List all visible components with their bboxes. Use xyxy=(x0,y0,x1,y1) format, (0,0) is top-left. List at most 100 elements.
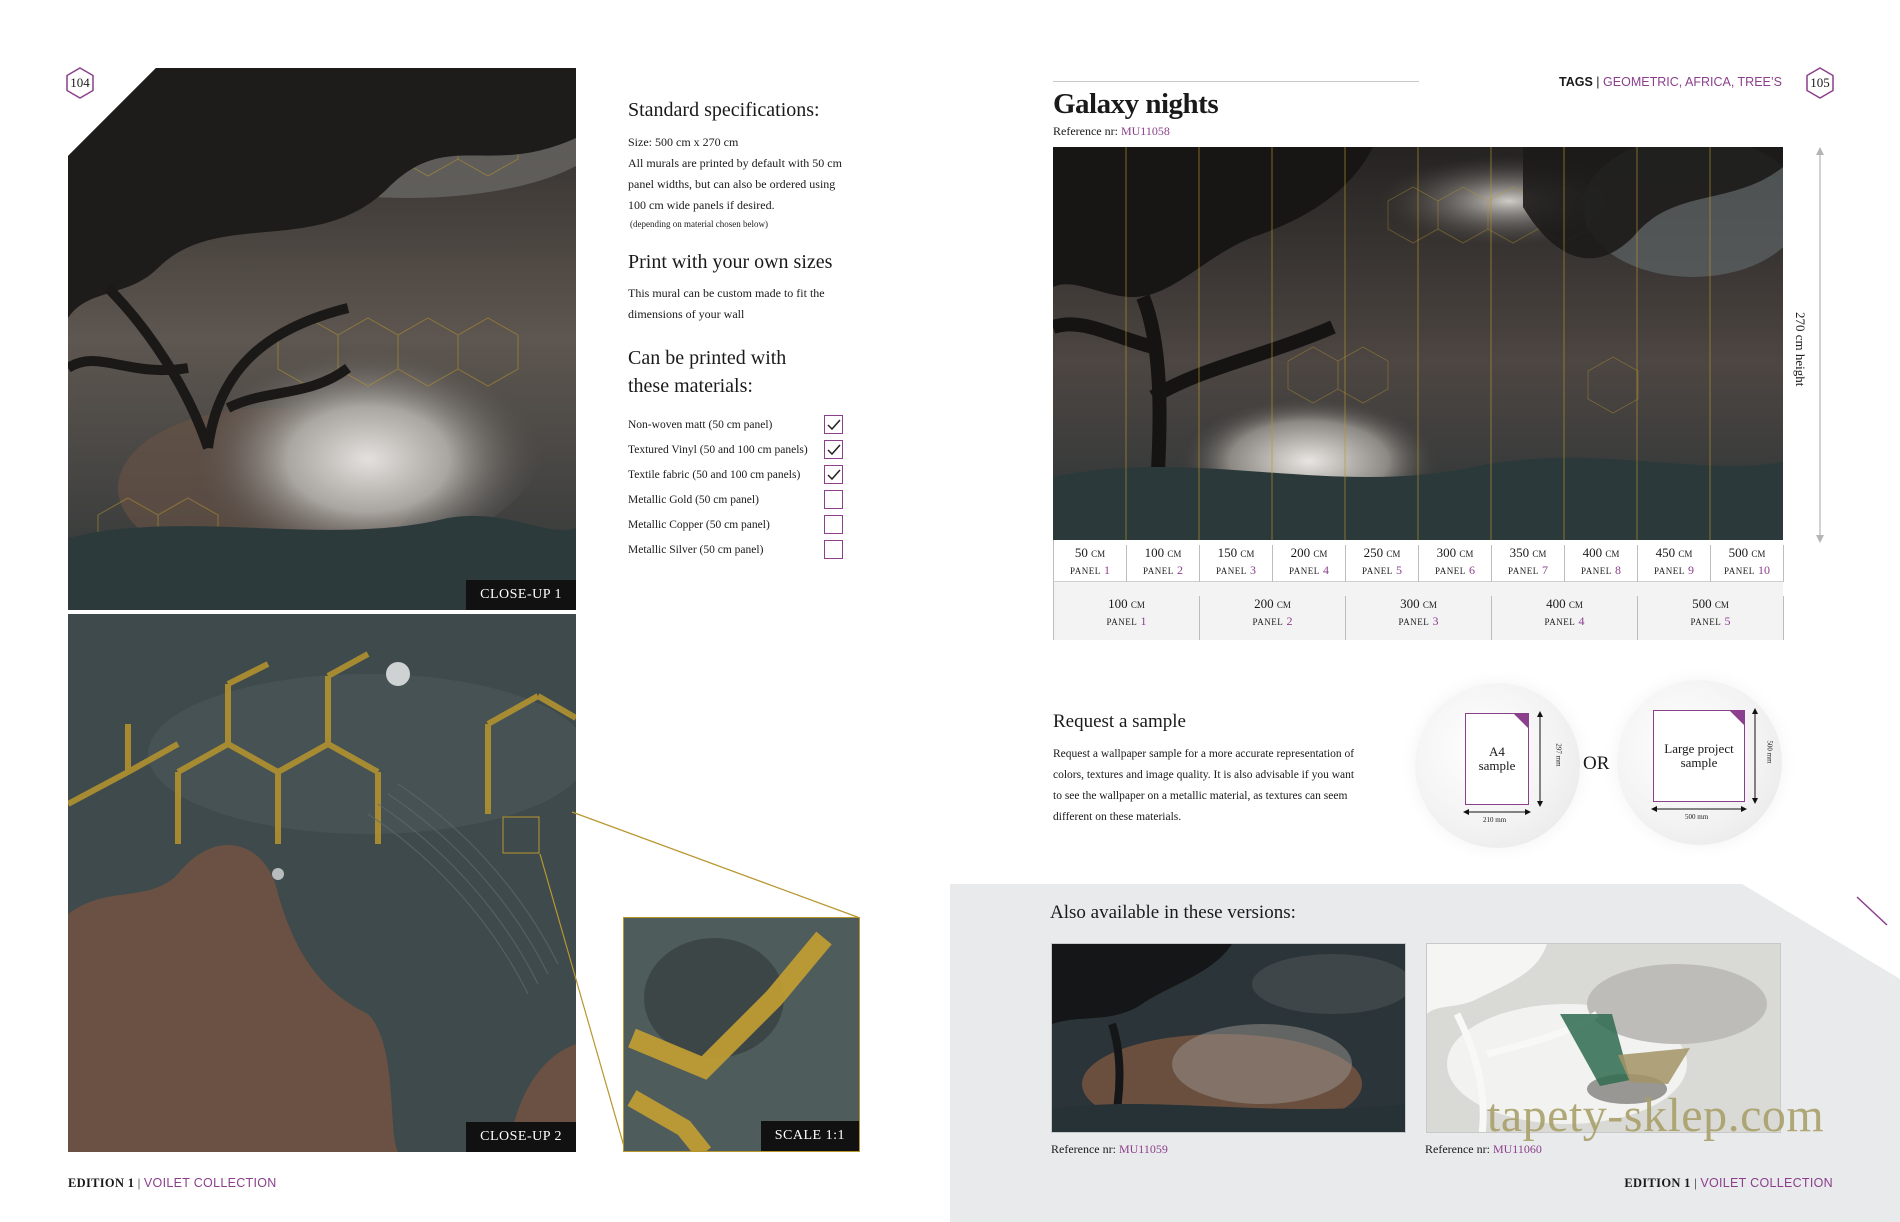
panel-cell: 500 CM PANEL 5 xyxy=(1638,596,1784,640)
panel-cm: 300 xyxy=(1400,596,1420,611)
own-sizes-title: Print with your own sizes xyxy=(628,251,833,273)
panel-word: PANEL xyxy=(1398,617,1430,627)
panel-cell: 200 CM PANEL 4 xyxy=(1273,545,1346,582)
panel-word: PANEL xyxy=(1289,566,1320,576)
page-number-right: 105 xyxy=(1805,67,1835,99)
large-height: 500 mm xyxy=(1765,740,1774,764)
panel-cell: 500 CM PANEL 10 xyxy=(1711,545,1784,582)
panel-number: 5 xyxy=(1724,614,1731,628)
panel-cell: 250 CM PANEL 5 xyxy=(1346,545,1419,582)
panel-cell: 300 CM PANEL 3 xyxy=(1346,596,1492,640)
panel-cm-unit: CM xyxy=(1422,600,1437,610)
height-label: 270 cm height xyxy=(1793,312,1808,387)
tags-line: TAGS | GEOMETRIC, AFRICA, TREE’S xyxy=(1559,75,1782,89)
panel-cm-unit: CM xyxy=(1568,600,1583,610)
panel-number: 2 xyxy=(1176,563,1183,577)
corner-accent xyxy=(1856,896,1888,926)
materials-title-1: Can be printed with xyxy=(628,347,787,369)
standard-specs: Standard specifications: Size: 500 cm x … xyxy=(628,96,868,229)
materials: Can be printed with these materials: Non… xyxy=(628,344,868,562)
panel-cm: 400 xyxy=(1546,596,1566,611)
panel-number: 10 xyxy=(1757,563,1770,577)
panel-number: 8 xyxy=(1614,563,1621,577)
footer-right-sep: | xyxy=(1690,1176,1701,1190)
material-checkbox[interactable] xyxy=(824,540,843,559)
panel-number: 1 xyxy=(1103,563,1110,577)
version-2-reference: Reference nr: MU11060 xyxy=(1425,1142,1542,1157)
page-number-left: 104 xyxy=(65,67,95,99)
scale-image: SCALE 1:1 xyxy=(623,917,860,1152)
sample-line-2: colors, textures and image quality. It i… xyxy=(1053,769,1355,781)
panel-cm-unit: CM xyxy=(1678,549,1693,559)
panel-cell: 100 CM PANEL 1 xyxy=(1054,596,1200,640)
material-checkbox[interactable] xyxy=(824,515,843,534)
material-label: Textile fabric (50 and 100 cm panels) xyxy=(628,468,801,481)
material-row: Textile fabric (50 and 100 cm panels) xyxy=(628,462,868,487)
material-row: Textured Vinyl (50 and 100 cm panels) xyxy=(628,437,868,462)
version-1-ref-label: Reference nr: xyxy=(1051,1142,1119,1156)
material-checkbox[interactable] xyxy=(824,490,843,509)
panel-cm-unit: CM xyxy=(1459,549,1474,559)
panel-word: PANEL xyxy=(1654,566,1685,576)
panel-number: 6 xyxy=(1468,563,1475,577)
panel-number: 3 xyxy=(1432,614,1439,628)
panel-number: 9 xyxy=(1687,563,1694,577)
reference-label: Reference nr: xyxy=(1053,124,1121,138)
footer-right: EDITION 1 | VOILET COLLECTION xyxy=(1624,1176,1833,1191)
title-rule xyxy=(1053,81,1419,82)
footer-left-sep: | xyxy=(134,1176,144,1190)
footer-left: EDITION 1 | VOILET COLLECTION xyxy=(68,1176,277,1191)
version-2-ref-label: Reference nr: xyxy=(1425,1142,1493,1156)
panel-word: PANEL xyxy=(1070,566,1101,576)
product-title: Galaxy nights xyxy=(1053,88,1219,120)
mural-image xyxy=(1053,147,1783,540)
large-sample-option[interactable]: Large project sample 500 mm 500 mm xyxy=(1617,680,1782,845)
panel-cm-unit: CM xyxy=(1240,549,1255,559)
panel-table-50: 50 CM PANEL 1 100 CM PANEL 2 150 CM PANEL 3 20… xyxy=(1053,540,1784,582)
material-checkbox[interactable] xyxy=(824,415,843,434)
panel-cm-unit: CM xyxy=(1276,600,1291,610)
panel-word: PANEL xyxy=(1252,617,1284,627)
a4-height: 297 mm xyxy=(1554,743,1563,767)
panel-cm: 250 xyxy=(1363,545,1384,560)
panel-word: PANEL xyxy=(1544,617,1576,627)
footer-right-collection: VOILET COLLECTION xyxy=(1700,1176,1833,1190)
a4-label-2: sample xyxy=(1478,758,1516,773)
specs-desc-2: panel widths, but can also be ordered us… xyxy=(628,177,836,191)
panel-cm-unit: CM xyxy=(1091,549,1106,559)
version-1-image[interactable] xyxy=(1051,943,1406,1133)
tags-sep: | xyxy=(1592,75,1604,89)
material-label: Textured Vinyl (50 and 100 cm panels) xyxy=(628,443,808,456)
versions-title: Also available in these versions: xyxy=(1050,902,1296,923)
a4-sample-option[interactable]: A4 sample 297 mm 210 mm xyxy=(1415,683,1580,848)
closeup-1-caption: CLOSE-UP 1 xyxy=(466,580,576,610)
panel-cm: 200 xyxy=(1254,596,1274,611)
material-label: Metallic Gold (50 cm panel) xyxy=(628,493,759,506)
panel-number: 3 xyxy=(1249,563,1256,577)
material-row: Non-woven matt (50 cm panel) xyxy=(628,412,868,437)
panel-cell: 50 CM PANEL 1 xyxy=(1054,545,1127,582)
version-1-reference: Reference nr: MU11059 xyxy=(1051,1142,1168,1157)
panel-cell: 450 CM PANEL 9 xyxy=(1638,545,1711,582)
panel-cm-unit: CM xyxy=(1167,549,1182,559)
materials-list: Non-woven matt (50 cm panel) Textured Vin… xyxy=(628,412,868,562)
panel-cm: 350 xyxy=(1509,545,1530,560)
panel-cm: 50 xyxy=(1074,545,1088,560)
material-checkbox[interactable] xyxy=(824,440,843,459)
panel-cell: 400 CM PANEL 4 xyxy=(1492,596,1638,640)
panel-word: PANEL xyxy=(1216,566,1247,576)
large-label-2: sample xyxy=(1680,755,1718,770)
material-row: Metallic Silver (50 cm panel) xyxy=(628,537,868,562)
panel-word: PANEL xyxy=(1581,566,1612,576)
panel-cm-unit: CM xyxy=(1386,549,1401,559)
material-label: Non-woven matt (50 cm panel) xyxy=(628,418,773,431)
panel-number: 7 xyxy=(1541,563,1548,577)
sample-line-1: Request a wallpaper sample for a more ac… xyxy=(1053,748,1355,760)
material-checkbox[interactable] xyxy=(824,465,843,484)
own-sizes-line-1: This mural can be custom made to fit the xyxy=(628,286,825,300)
panel-word: PANEL xyxy=(1508,566,1539,576)
panel-cm-unit: CM xyxy=(1313,549,1328,559)
reference-value: MU11058 xyxy=(1120,124,1170,138)
panel-cm-unit: CM xyxy=(1130,600,1145,610)
panel-number: 5 xyxy=(1395,563,1402,577)
